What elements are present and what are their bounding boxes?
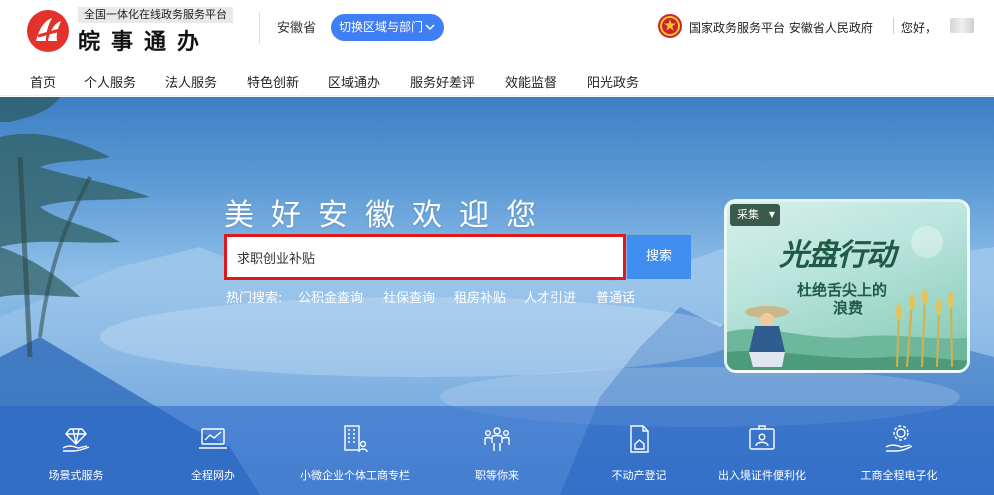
services-bar: 场景式服务 全程网办 小微企业个体工商专栏 职等你来 不动产登记 出入境证件便利…	[0, 406, 994, 495]
service-item[interactable]: 出入境证件便利化	[691, 406, 833, 495]
search-input[interactable]	[237, 237, 617, 277]
province-label: 安徽省	[277, 21, 317, 36]
service-label: 全程网办	[191, 469, 235, 482]
caret-down-icon: ▼	[768, 210, 775, 219]
group-people-icon	[484, 427, 510, 451]
user-name-redacted[interactable]	[950, 18, 974, 33]
hot-search-label: 热门搜索:	[226, 291, 283, 306]
hot-search-item[interactable]: 公积金查询	[298, 287, 363, 306]
laptop-chart-icon	[199, 428, 227, 449]
service-item[interactable]: 不动产登记	[568, 406, 710, 495]
nav-item-rating[interactable]: 服务好差评	[410, 72, 475, 91]
service-item[interactable]: 职等你来	[426, 406, 568, 495]
nav-item-personal[interactable]: 个人服务	[84, 72, 136, 91]
site-header: 全国一体化在线政务服务平台 皖事通办 安徽省 切换区域与部门 国家政务服务平台 …	[0, 0, 994, 62]
welcome-heading: 美好安徽欢迎您	[224, 198, 553, 233]
user-greeting: 您好，	[901, 21, 938, 35]
service-label: 小微企业个体工商专栏	[300, 469, 410, 482]
hot-search-item[interactable]: 普通话	[596, 287, 635, 306]
national-platform-link[interactable]: 国家政务服务平台 安徽省人民政府	[689, 19, 873, 36]
hot-search-item[interactable]: 租房补贴	[454, 287, 506, 306]
search-box	[224, 234, 626, 280]
nav-item-innovation[interactable]: 特色创新	[247, 72, 299, 91]
promo-slogan-line2: 浪费	[833, 299, 864, 317]
app-name[interactable]: 皖事通办	[78, 24, 210, 56]
nav-item-regional[interactable]: 区域通办	[328, 72, 380, 91]
promo-tag-label: 采集	[737, 208, 759, 221]
service-item[interactable]: 工商全程电子化	[828, 406, 970, 495]
switch-region-button[interactable]: 切换区域与部门	[331, 14, 444, 41]
nav-item-home[interactable]: 首页	[30, 72, 56, 91]
platform-subtitle: 全国一体化在线政务服务平台	[78, 7, 233, 23]
house-document-icon	[630, 425, 649, 453]
promo-category-dropdown[interactable]: 采集 ▼	[730, 204, 780, 226]
switch-region-label: 切换区域与部门	[339, 20, 424, 34]
promo-card[interactable]: 采集 ▼ 光盘行动 杜绝舌尖上的 浪费	[724, 199, 970, 373]
chevron-down-icon	[425, 14, 435, 51]
diamond-hand-icon	[62, 428, 90, 452]
hot-search-item[interactable]: 人才引进	[524, 287, 576, 306]
main-nav: 首页 个人服务 法人服务 特色创新 区域通办 服务好差评 效能监督 阳光政务	[0, 62, 994, 96]
national-emblem-icon	[658, 14, 682, 38]
nav-item-legal[interactable]: 法人服务	[165, 72, 217, 91]
wan-logo-icon[interactable]	[24, 8, 72, 54]
id-card-icon	[749, 425, 775, 450]
building-people-icon	[344, 425, 368, 453]
hot-search-item[interactable]: 社保查询	[383, 287, 435, 306]
promo-title: 光盘行动	[779, 238, 896, 273]
nav-item-sunshine[interactable]: 阳光政务	[587, 72, 639, 91]
service-item[interactable]: 场景式服务	[5, 406, 147, 495]
service-label: 工商全程电子化	[860, 469, 938, 482]
service-label: 出入境证件便利化	[718, 469, 806, 482]
gear-hand-icon	[885, 425, 913, 452]
service-item[interactable]: 全程网办	[142, 406, 284, 495]
service-item[interactable]: 小微企业个体工商专栏	[284, 406, 426, 495]
header-divider	[259, 12, 260, 44]
search-button[interactable]: 搜索	[627, 235, 691, 279]
nav-item-supervision[interactable]: 效能监督	[505, 72, 557, 91]
service-label: 不动产登记	[611, 469, 667, 482]
service-label: 职等你来	[475, 469, 519, 482]
service-label: 场景式服务	[48, 469, 104, 482]
header-divider-2	[893, 18, 894, 34]
